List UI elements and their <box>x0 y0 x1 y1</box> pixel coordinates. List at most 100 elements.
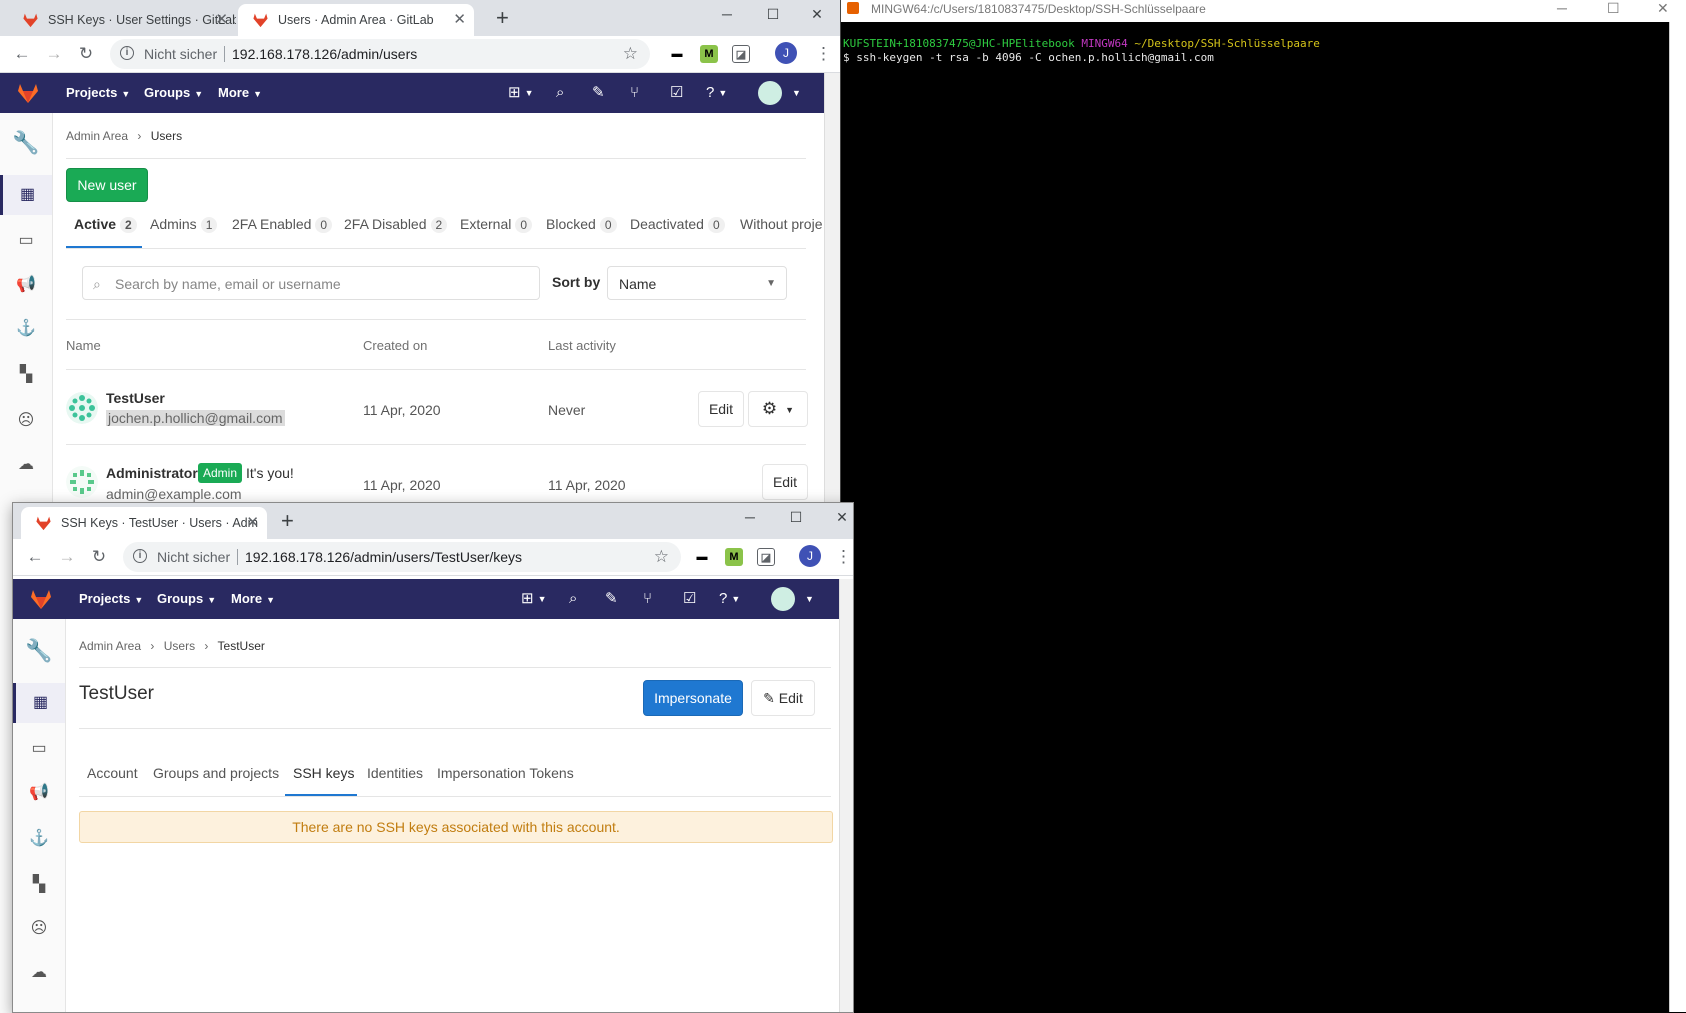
info-icon[interactable]: i <box>133 549 147 563</box>
maximize-icon[interactable]: ☐ <box>750 0 796 30</box>
tab-without-projects[interactable]: Without proje <box>740 216 822 232</box>
nav-more[interactable]: More ▼ <box>231 579 275 620</box>
extension-m-icon[interactable]: M <box>725 548 743 566</box>
tab-identities[interactable]: Identities <box>367 765 423 781</box>
search-input[interactable]: ⌕ Search by name, email or username <box>82 266 540 300</box>
tab-groups-and-projects[interactable]: Groups and projects <box>153 765 279 781</box>
deploy-keys-icon[interactable]: ☁ <box>0 445 52 485</box>
user-name[interactable]: Administrator <box>106 465 198 481</box>
applications-icon[interactable]: ▚ <box>0 355 52 395</box>
chevron-down-icon[interactable]: ▼ <box>801 579 814 619</box>
avatar[interactable] <box>66 392 98 424</box>
edit-user-button[interactable]: Edit <box>762 464 808 500</box>
minimize-icon[interactable]: ─ <box>1557 0 1567 16</box>
minimize-icon[interactable]: ─ <box>727 503 773 533</box>
nav-more[interactable]: More ▼ <box>218 73 262 114</box>
user-avatar-icon[interactable] <box>758 81 782 105</box>
help-icon[interactable]: ? ▼ <box>706 73 727 113</box>
breadcrumb-users[interactable]: Users <box>151 129 182 143</box>
bookmark-star-icon[interactable]: ☆ <box>654 542 669 572</box>
user-name[interactable]: TestUser <box>106 390 165 406</box>
browser-menu-icon[interactable]: ⋮ <box>815 42 832 66</box>
close-window-icon[interactable]: ✕ <box>819 503 853 533</box>
tab-admins[interactable]: Admins 1 <box>150 216 218 233</box>
forward-icon[interactable]: → <box>42 42 66 66</box>
tab-2fa-disabled[interactable]: 2FA Disabled 2 <box>344 216 448 233</box>
plus-square-icon[interactable]: ⊞ ▼ <box>508 73 534 113</box>
breadcrumb-admin-area[interactable]: Admin Area <box>66 129 128 143</box>
messages-icon[interactable]: 📢 <box>13 773 65 813</box>
applications-icon[interactable]: ▚ <box>13 865 65 905</box>
extension-box-icon[interactable]: ◪ <box>757 548 775 566</box>
help-icon[interactable]: ? ▼ <box>719 579 740 619</box>
url-text[interactable]: 192.168.178.126/admin/users <box>232 39 417 69</box>
browser-tab-users[interactable]: Users · Admin Area · GitLab ✕ <box>238 4 474 36</box>
todo-icon[interactable]: ☑ <box>670 73 683 113</box>
profile-avatar[interactable]: J <box>799 545 821 567</box>
scrollbar[interactable] <box>839 579 853 1012</box>
close-tab-icon[interactable]: ✕ <box>246 507 259 539</box>
new-user-button[interactable]: New user <box>66 168 148 202</box>
bookmark-star-icon[interactable]: ☆ <box>623 39 638 69</box>
profile-avatar[interactable]: J <box>775 42 797 64</box>
monitoring-icon[interactable]: ▭ <box>13 729 65 769</box>
tab-impersonation-tokens[interactable]: Impersonation Tokens <box>437 765 574 781</box>
nav-groups[interactable]: Groups ▼ <box>157 579 216 620</box>
tab-account[interactable]: Account <box>87 765 138 781</box>
nav-groups[interactable]: Groups ▼ <box>144 73 203 114</box>
wrench-icon[interactable]: 🔧 <box>13 631 65 671</box>
overview-icon[interactable]: ▦ <box>0 175 52 215</box>
avatar[interactable] <box>66 466 98 498</box>
maximize-icon[interactable]: ☐ <box>773 503 819 533</box>
abuse-reports-icon[interactable]: ☹ <box>13 909 65 949</box>
browser-tab-ssh-keys[interactable]: SSH Keys · User Settings · GitLab ✕ <box>8 4 236 36</box>
terminal-command[interactable]: $ ssh-keygen -t rsa -b 4096 -C ochen.p.h… <box>843 51 1214 64</box>
tab-active[interactable]: Active 2 <box>74 216 137 233</box>
minimize-icon[interactable]: ─ <box>704 0 750 30</box>
monitoring-icon[interactable]: ▭ <box>0 221 52 261</box>
deploy-keys-icon[interactable]: ☁ <box>13 953 65 993</box>
address-bar[interactable]: i Nicht sicher 192.168.178.126/admin/use… <box>110 39 650 69</box>
search-icon[interactable]: ⌕ <box>556 73 564 113</box>
back-icon[interactable]: ← <box>23 545 47 569</box>
breadcrumb-admin-area[interactable]: Admin Area <box>79 639 141 653</box>
nav-projects[interactable]: Projects ▼ <box>79 579 143 620</box>
tab-deactivated[interactable]: Deactivated 0 <box>630 216 725 233</box>
merge-request-icon[interactable]: ⑂ <box>643 579 652 619</box>
reload-icon[interactable]: ↻ <box>87 545 111 569</box>
user-avatar-icon[interactable] <box>771 587 795 611</box>
edit-user-button[interactable]: Edit <box>698 391 744 427</box>
info-icon[interactable]: i <box>120 46 134 60</box>
gitlab-logo-icon[interactable] <box>29 588 53 610</box>
impersonate-button[interactable]: Impersonate <box>643 680 743 716</box>
forward-icon[interactable]: → <box>55 545 79 569</box>
new-tab-icon[interactable]: + <box>281 507 294 535</box>
issues-icon[interactable]: ✎ <box>592 73 605 113</box>
breadcrumb-testuser[interactable]: TestUser <box>218 639 265 653</box>
merge-request-icon[interactable]: ⑂ <box>630 73 639 113</box>
sort-select[interactable]: Name ▼ <box>607 266 787 300</box>
browser-tab-ssh-keys-testuser[interactable]: SSH Keys · TestUser · Users · Adm ✕ <box>21 507 267 539</box>
edit-button[interactable]: ✎ Edit <box>751 680 815 716</box>
new-tab-icon[interactable]: + <box>496 4 509 32</box>
user-actions-dropdown[interactable]: ⚙ ▼ <box>748 391 808 427</box>
tab-blocked[interactable]: Blocked 0 <box>546 216 617 233</box>
tab-ssh-keys[interactable]: SSH keys <box>293 765 354 781</box>
overview-icon[interactable]: ▦ <box>13 683 65 723</box>
close-tab-icon[interactable]: ✕ <box>215 4 228 36</box>
browser-menu-icon[interactable]: ⋮ <box>835 545 852 569</box>
todo-icon[interactable]: ☑ <box>683 579 696 619</box>
extension-glasses-icon[interactable]: ▬ <box>668 45 686 63</box>
plus-square-icon[interactable]: ⊞ ▼ <box>521 579 547 619</box>
terminal-scrollbar[interactable] <box>1669 22 1686 1012</box>
close-window-icon[interactable]: ✕ <box>794 0 840 30</box>
close-window-icon[interactable]: ✕ <box>1657 0 1669 16</box>
chevron-down-icon[interactable]: ▼ <box>788 73 801 113</box>
abuse-reports-icon[interactable]: ☹ <box>0 401 52 441</box>
breadcrumb-users[interactable]: Users <box>164 639 195 653</box>
messages-icon[interactable]: 📢 <box>0 265 52 305</box>
nav-projects[interactable]: Projects ▼ <box>66 73 130 114</box>
tab-2fa-enabled[interactable]: 2FA Enabled 0 <box>232 216 333 233</box>
back-icon[interactable]: ← <box>10 42 34 66</box>
search-icon[interactable]: ⌕ <box>569 579 577 619</box>
